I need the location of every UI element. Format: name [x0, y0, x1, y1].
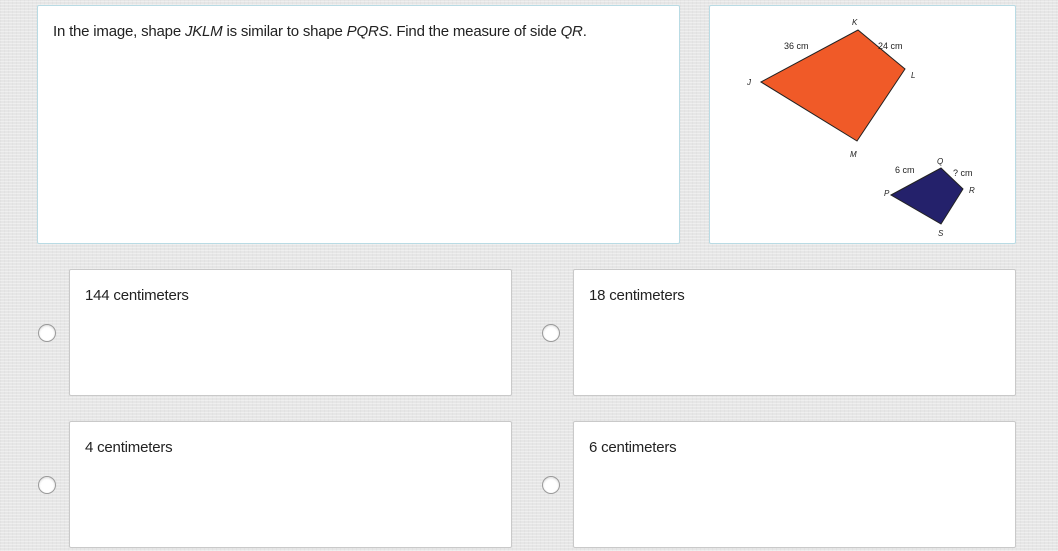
vertex-j: J [746, 78, 752, 87]
vertex-r: R [969, 186, 975, 195]
vertex-p: P [884, 189, 890, 198]
side-qr-label: ? cm [953, 168, 973, 178]
similar-shapes-figure: 36 cm 24 cm J K L M 6 cm ? cm Q P R S [746, 18, 975, 238]
vertex-s: S [938, 229, 944, 238]
vertex-k: K [852, 18, 858, 27]
figure-panel: 36 cm 24 cm J K L M 6 cm ? cm Q P R S [709, 5, 1016, 244]
vertex-q: Q [937, 157, 943, 166]
side-pq-label: 6 cm [895, 165, 915, 175]
side-jk-label: 36 cm [784, 41, 809, 51]
choice-b-radio[interactable] [542, 324, 560, 342]
choice-c-label: 4 centimeters [85, 439, 173, 456]
choice-d-label: 6 centimeters [589, 439, 677, 456]
side-kl-label: 24 cm [878, 41, 903, 51]
choice-b-label: 18 centimeters [589, 287, 685, 304]
choice-b-option[interactable]: 18 centimeters [573, 269, 1016, 396]
choice-c-radio[interactable] [38, 476, 56, 494]
vertex-m: M [850, 150, 857, 159]
choice-d-option[interactable]: 6 centimeters [573, 421, 1016, 548]
question-panel: In the image, shape JKLM is similar to s… [37, 5, 680, 244]
question-text: In the image, shape JKLM is similar to s… [53, 23, 587, 40]
choice-a-radio[interactable] [38, 324, 56, 342]
choice-c-option[interactable]: 4 centimeters [69, 421, 512, 548]
choice-a-label: 144 centimeters [85, 287, 189, 304]
choice-d-radio[interactable] [542, 476, 560, 494]
vertex-l: L [911, 71, 915, 80]
choice-a-option[interactable]: 144 centimeters [69, 269, 512, 396]
